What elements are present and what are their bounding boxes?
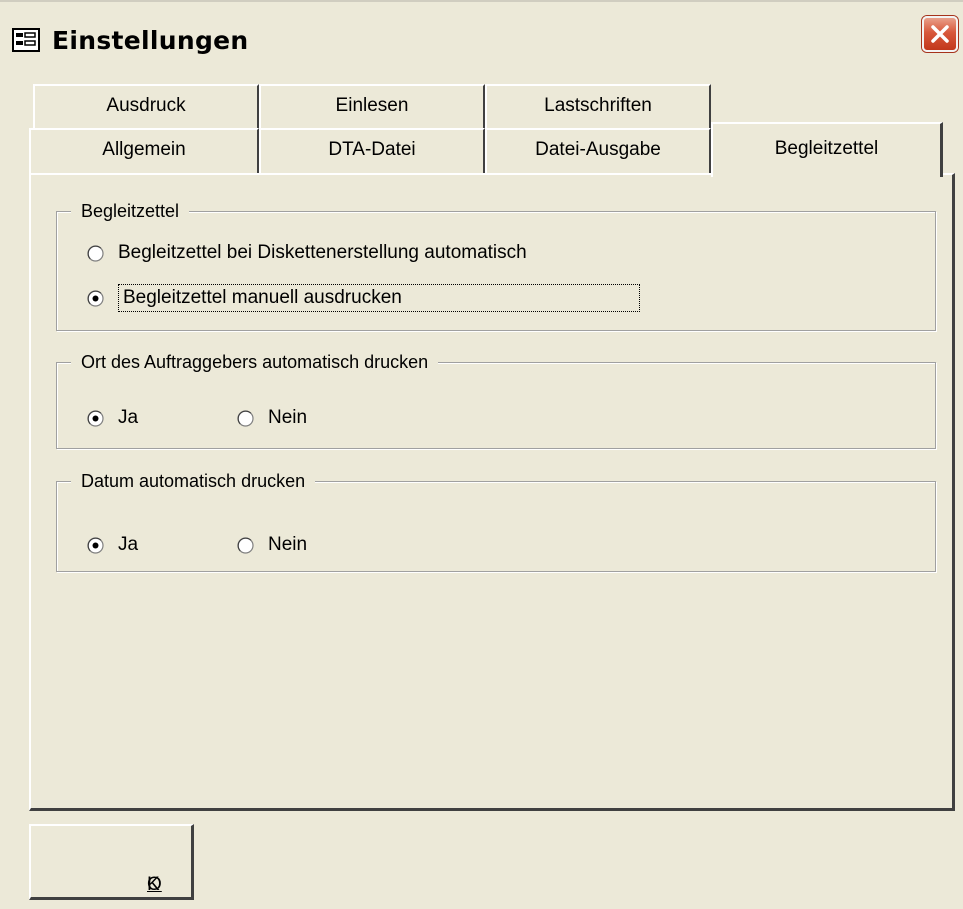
close-icon	[931, 25, 949, 43]
tab-lastschriften[interactable]: Lastschriften	[485, 84, 711, 130]
radio-datum-nein[interactable]: Nein	[237, 534, 307, 556]
radio-selected-icon	[87, 409, 104, 427]
tab-label: Begleitzettel	[774, 138, 879, 159]
tab-ausdruck[interactable]: Ausdruck	[33, 84, 259, 130]
tab-panel-begleitzettel: Begleitzettel Begleitzettel bei Diskette…	[29, 173, 955, 811]
radio-datum-ja[interactable]: Ja	[87, 534, 138, 556]
group-begleitzettel: Begleitzettel Begleitzettel bei Diskette…	[56, 198, 936, 331]
ok-button[interactable]: OK	[29, 824, 194, 900]
radio-label: Ja	[118, 534, 139, 555]
group-ort-auftraggeber: Ort des Auftraggebers automatisch drucke…	[56, 349, 936, 449]
radio-label: Begleitzettel manuell ausdrucken	[118, 284, 640, 312]
radio-label: Nein	[268, 407, 308, 428]
radio-label-text: Begleitzettel manuell ausdrucken	[123, 287, 402, 308]
tab-begleitzettel[interactable]: Begleitzettel	[711, 122, 943, 177]
radio-begleitzettel-manuell[interactable]: Begleitzettel manuell ausdrucken	[87, 284, 640, 312]
window-title: Einstellungen	[52, 26, 249, 55]
window-form-icon	[12, 28, 40, 52]
radio-label: Nein	[268, 534, 308, 555]
group-datum: Datum automatisch drucken Ja Nein	[56, 468, 936, 572]
tab-dta-datei[interactable]: DTA-Datei	[259, 128, 485, 175]
radio-label: Ja	[118, 407, 139, 428]
radio-unselected-icon	[237, 536, 254, 554]
settings-dialog: Einstellungen Ausdruck Einlesen Lastschr…	[0, 0, 963, 909]
tab-label: DTA-Datei	[328, 139, 416, 160]
tab-allgemein[interactable]: Allgemein	[29, 128, 259, 175]
tab-label: Datei-Ausgabe	[535, 139, 661, 160]
radio-ort-nein[interactable]: Nein	[237, 407, 307, 429]
radio-label: Begleitzettel bei Diskettenerstellung au…	[118, 242, 527, 263]
radio-selected-icon	[87, 289, 104, 307]
tab-datei-ausgabe[interactable]: Datei-Ausgabe	[485, 128, 711, 175]
radio-unselected-icon	[237, 409, 254, 427]
radio-selected-icon	[87, 536, 104, 554]
tab-label: Lastschriften	[544, 95, 652, 116]
group-legend: Begleitzettel	[71, 198, 190, 224]
close-button[interactable]	[922, 16, 958, 52]
tab-einlesen[interactable]: Einlesen	[259, 84, 485, 130]
group-legend: Datum automatisch drucken	[71, 468, 316, 494]
ok-rest: K	[147, 874, 160, 895]
tab-label: Allgemein	[102, 139, 186, 160]
radio-begleitzettel-automatisch[interactable]: Begleitzettel bei Diskettenerstellung au…	[87, 242, 527, 264]
tab-label: Einlesen	[335, 95, 409, 116]
tab-label: Ausdruck	[106, 95, 186, 116]
radio-ort-ja[interactable]: Ja	[87, 407, 138, 429]
group-legend: Ort des Auftraggebers automatisch drucke…	[71, 349, 439, 375]
title-bar[interactable]: Einstellungen	[0, 2, 963, 84]
radio-unselected-icon	[87, 244, 104, 262]
